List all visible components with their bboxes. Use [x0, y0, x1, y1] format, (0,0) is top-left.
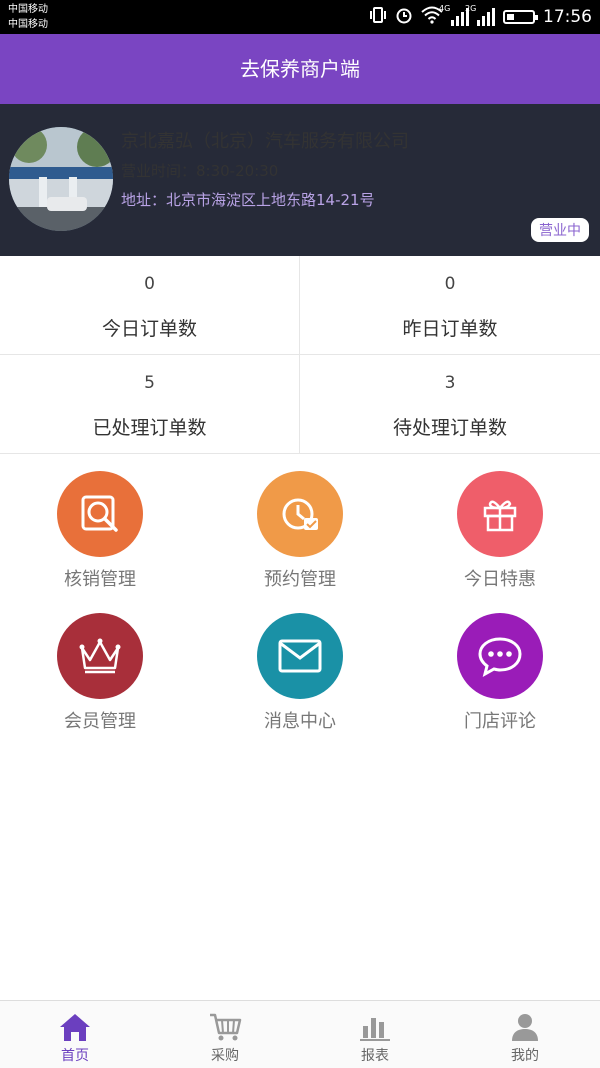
user-icon: [507, 1011, 543, 1043]
shop-name: 京北嘉弘（北京）汽车服务有限公司: [121, 131, 409, 152]
shop-photo: [9, 127, 113, 231]
feature-message-center[interactable]: 消息中心: [200, 613, 400, 743]
feature-label: 会员管理: [64, 711, 136, 732]
feature-member-management[interactable]: 会员管理: [0, 613, 200, 743]
tab-label: 首页: [61, 1048, 89, 1064]
carrier-info: 中国移动 中国移动: [8, 2, 48, 32]
feature-label: 预约管理: [264, 569, 336, 590]
stat-value: 5: [144, 373, 155, 393]
tab-reports[interactable]: 报表: [300, 1001, 450, 1068]
feature-label: 今日特惠: [464, 569, 536, 590]
page-title: 去保养商户端: [240, 57, 360, 81]
verify-search-icon: [57, 471, 143, 557]
feature-label: 核销管理: [64, 569, 136, 590]
vibrate-icon: [369, 6, 387, 29]
tab-mine[interactable]: 我的: [450, 1001, 600, 1068]
divider: [299, 256, 300, 454]
tab-label: 采购: [211, 1048, 239, 1064]
tab-label: 我的: [511, 1048, 539, 1064]
shop-address: 地址：北京市海淀区上地东路14-21号: [121, 191, 375, 209]
stat-label: 待处理订单数: [392, 417, 507, 439]
home-icon: [57, 1011, 93, 1043]
feature-verify-management[interactable]: 核销管理: [0, 471, 200, 601]
stat-label: 今日订单数: [101, 318, 197, 340]
status-badge[interactable]: 营业中: [531, 218, 589, 242]
feature-daily-deals[interactable]: 今日特惠: [400, 471, 600, 601]
stat-processed-orders[interactable]: 5 已处理订单数: [0, 355, 299, 454]
tab-purchase[interactable]: 采购: [150, 1001, 300, 1068]
gift-icon: [457, 471, 543, 557]
feature-label: 门店评论: [464, 711, 536, 732]
stat-pending-orders[interactable]: 3 待处理订单数: [300, 355, 600, 454]
stat-yesterday-orders[interactable]: 0 昨日订单数: [300, 256, 600, 355]
tab-label: 报表: [361, 1048, 389, 1064]
feature-appointment-management[interactable]: 预约管理: [200, 471, 400, 601]
app-header: 去保养商户端: [0, 34, 600, 104]
network-type-2: 2G: [465, 4, 477, 13]
tab-home[interactable]: 首页: [0, 1001, 150, 1068]
carrier-1: 中国移动: [8, 4, 48, 15]
stat-today-orders[interactable]: 0 今日订单数: [0, 256, 299, 355]
alarm-icon: [395, 6, 413, 29]
cart-icon: [207, 1011, 243, 1043]
battery-icon: [503, 10, 538, 24]
feature-label: 消息中心: [264, 711, 336, 732]
signal-2g-icon: 2G: [465, 4, 495, 26]
stat-label: 昨日订单数: [402, 318, 498, 340]
crown-icon: [57, 613, 143, 699]
bar-chart-icon: [357, 1011, 393, 1043]
carrier-2: 中国移动: [8, 19, 48, 30]
clock: 17:56: [543, 7, 592, 27]
stat-value: 0: [444, 274, 456, 294]
stat-value: 0: [144, 274, 155, 294]
stat-value: 3: [444, 373, 456, 393]
status-bar: 中国移动 中国移动 4G 2G 17:56: [0, 0, 600, 34]
chat-bubble-icon: [457, 613, 543, 699]
order-stats: 0 今日订单数 0 昨日订单数 5 已处理订单数 3 待处理订单数: [0, 256, 600, 454]
network-type-1: 4G: [439, 4, 451, 13]
appointment-clock-icon: [257, 471, 343, 557]
feature-store-reviews[interactable]: 门店评论: [400, 613, 600, 743]
bottom-tab-bar: 首页 采购 报表 我的: [0, 1000, 600, 1068]
stat-label: 已处理订单数: [92, 417, 207, 439]
shop-hours: 营业时间：8:30-20:30: [121, 162, 279, 180]
mail-icon: [257, 613, 343, 699]
